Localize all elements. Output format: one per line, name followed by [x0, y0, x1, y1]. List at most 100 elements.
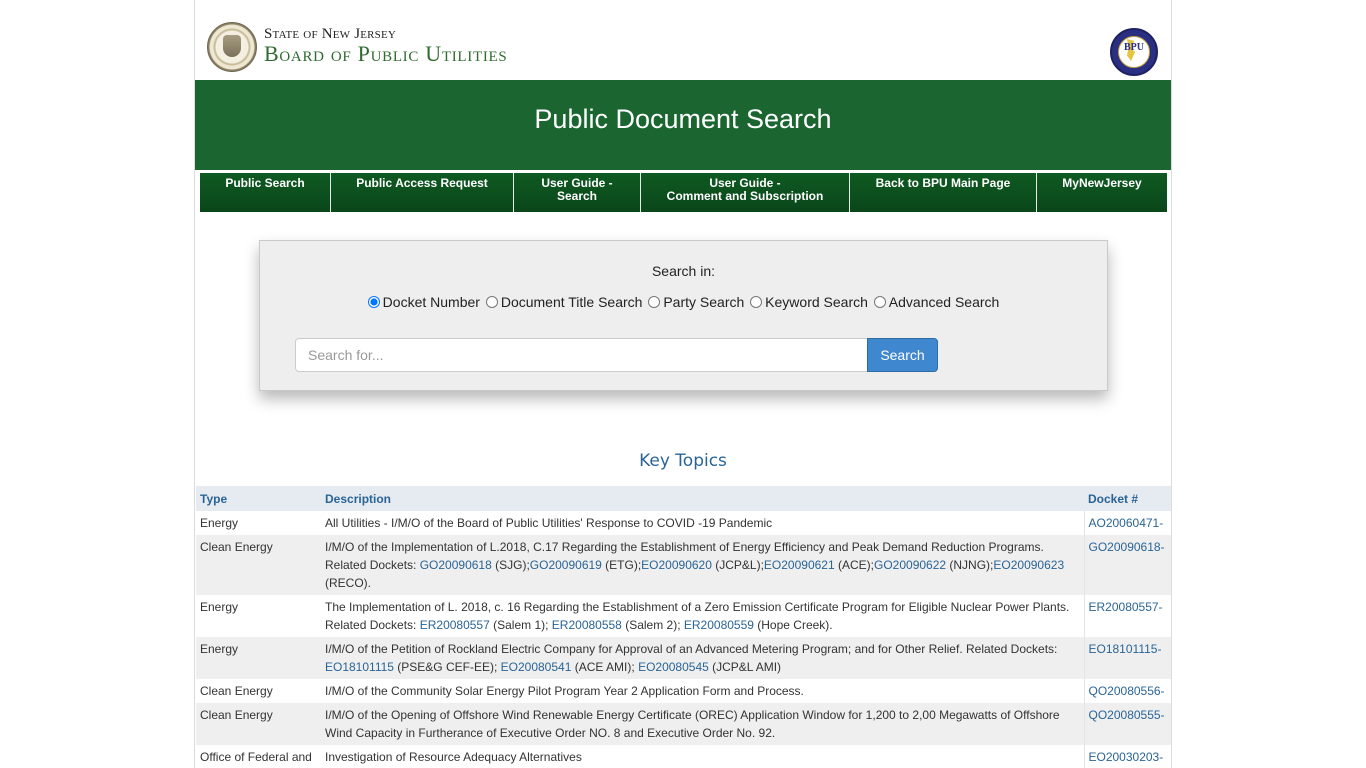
cell-docket: QO20080556- [1083, 679, 1171, 703]
table-header-row: Type Description Docket # [196, 486, 1171, 511]
radio-docket-number[interactable]: Docket Number [367, 294, 480, 310]
related-docket-link[interactable]: GO20090619 [530, 558, 602, 572]
radio-party-search-input[interactable] [648, 296, 661, 308]
search-input[interactable] [295, 338, 868, 372]
docket-link[interactable]: QO20080556- [1089, 684, 1165, 698]
nav-user-guide-search[interactable]: User Guide - Search [514, 173, 641, 212]
description-text: (RECO). [325, 576, 371, 590]
nav-public-access-request[interactable]: Public Access Request [331, 173, 514, 212]
radio-party-search[interactable]: Party Search [648, 294, 744, 310]
cell-docket: ER20080557- [1083, 595, 1171, 637]
description-text: (Salem 2); [621, 618, 684, 632]
related-docket-link[interactable]: GO20090622 [874, 558, 946, 572]
docket-link[interactable]: ER20080557- [1089, 600, 1163, 614]
nav-label: Public Search [225, 176, 305, 190]
nav-label-line2: Comment and Subscription [666, 189, 824, 203]
radio-label: Document Title Search [500, 294, 643, 310]
radio-document-title-input[interactable] [485, 296, 498, 308]
radio-label: Keyword Search [765, 294, 868, 310]
column-header-description: Description [321, 486, 1084, 511]
description-text: (Hope Creek). [753, 618, 833, 632]
brand-title[interactable]: State of New Jersey Board of Public Util… [264, 26, 507, 65]
description-text: (PSE&G CEF-EE); [393, 660, 501, 674]
radio-label: Party Search [663, 294, 745, 310]
nav-label: MyNewJersey [1062, 176, 1142, 190]
description-text: Investigation of Resource Adequacy Alter… [325, 750, 582, 764]
docket-link[interactable]: EO20030203- [1089, 750, 1164, 764]
related-docket-link[interactable]: EO20090623 [993, 558, 1064, 572]
description-text: (ACE); [834, 558, 874, 572]
description-text: (ETG); [601, 558, 642, 572]
search-button[interactable]: Search [867, 338, 938, 372]
cell-description: All Utilities - I/M/O of the Board of Pu… [321, 511, 1084, 535]
cell-type: Energy [196, 637, 321, 679]
nav-label: Back to BPU Main Page [875, 176, 1011, 190]
column-header-docket: Docket # [1084, 486, 1171, 511]
docket-link[interactable]: GO20090618- [1089, 540, 1165, 554]
search-in-label: Search in: [651, 263, 716, 279]
table-row: Clean Energy I/M/O of the Community Solar… [196, 679, 1171, 703]
cell-type: Energy [196, 595, 321, 637]
radio-label: Advanced Search [888, 294, 1000, 310]
radio-advanced-search-input[interactable] [873, 296, 886, 308]
docket-link[interactable]: AO20060471- [1089, 516, 1164, 530]
cell-type: Clean Energy [196, 703, 321, 745]
table-row: Clean Energy I/M/O of the Implementation … [196, 535, 1171, 595]
radio-keyword-search[interactable]: Keyword Search [750, 294, 868, 310]
nav-label-line2: Search [556, 189, 598, 203]
related-docket-link[interactable]: EO20080545 [638, 660, 709, 674]
bpu-logo[interactable]: BPU [1110, 28, 1158, 76]
related-docket-link[interactable]: EO20090621 [764, 558, 835, 572]
cell-docket: AO20060471- [1083, 511, 1171, 535]
cell-docket: QO20080555- [1083, 703, 1171, 745]
docket-link[interactable]: EO18101115- [1089, 642, 1162, 656]
cell-description: Investigation of Resource Adequacy Alter… [321, 745, 1084, 768]
radio-advanced-search[interactable]: Advanced Search [873, 294, 1000, 310]
table-row: Energy The Implementation of L. 2018, c. … [196, 595, 1171, 637]
related-docket-link[interactable]: ER20080557 [420, 618, 490, 632]
nav-public-search[interactable]: Public Search [200, 173, 331, 212]
nav-back-to-bpu[interactable]: Back to BPU Main Page [850, 173, 1037, 212]
description-text: I/M/O of the Petition of Rockland Electr… [325, 642, 1058, 656]
description-text: I/M/O of the Opening of Offshore Wind Re… [325, 708, 1060, 740]
cell-description: I/M/O of the Community Solar Energy Pilo… [321, 679, 1084, 703]
radio-docket-number-input[interactable] [367, 296, 380, 308]
description-text: (Salem 1); [489, 618, 552, 632]
cell-type: Clean Energy [196, 679, 321, 703]
cell-type: Office of Federal and [196, 745, 321, 768]
nj-state-seal-logo [207, 22, 257, 72]
description-text: (JCP&L); [711, 558, 764, 572]
cell-description: I/M/O of the Petition of Rockland Electr… [321, 637, 1084, 679]
related-docket-link[interactable]: EO20080541 [501, 660, 572, 674]
radio-keyword-search-input[interactable] [750, 296, 763, 308]
nav-user-guide-comment[interactable]: User Guide - Comment and Subscription [641, 173, 850, 212]
search-panel: Search in: Docket Number Document Title … [259, 240, 1108, 391]
description-text: (JCP&L AMI) [708, 660, 782, 674]
table-row: Energy All Utilities - I/M/O of the Board… [196, 511, 1171, 535]
cell-type: Clean Energy [196, 535, 321, 595]
key-topics-table: Type Description Docket # Energy All Util… [196, 486, 1171, 768]
description-text: (NJNG); [946, 558, 994, 572]
key-topics-heading: Key Topics [639, 451, 727, 471]
docket-link[interactable]: QO20080555- [1089, 708, 1165, 722]
related-docket-link[interactable]: EO18101115 [325, 660, 394, 674]
column-header-type: Type [196, 486, 321, 511]
table-body: Energy All Utilities - I/M/O of the Board… [196, 511, 1171, 768]
related-docket-link[interactable]: ER20080558 [552, 618, 622, 632]
related-docket-link[interactable]: ER20080559 [684, 618, 754, 632]
table-row: Energy I/M/O of the Petition of Rockland … [196, 637, 1171, 679]
cell-description: The Implementation of L. 2018, c. 16 Reg… [321, 595, 1084, 637]
cell-docket: EO20030203- [1083, 745, 1171, 768]
description-text: All Utilities - I/M/O of the Board of Pu… [325, 516, 773, 530]
related-docket-link[interactable]: GO20090618 [420, 558, 492, 572]
description-text: I/M/O of the Community Solar Energy Pilo… [325, 684, 804, 698]
cell-docket: GO20090618- [1083, 535, 1171, 595]
cell-type: Energy [196, 511, 321, 535]
table-row: Clean Energy I/M/O of the Opening of Offs… [196, 703, 1171, 745]
related-docket-link[interactable]: EO20090620 [641, 558, 712, 572]
table-row: Office of Federal and Investigation of Re… [196, 745, 1171, 768]
nav-mynewjersey[interactable]: MyNewJersey [1037, 173, 1167, 212]
description-text: (ACE AMI); [571, 660, 639, 674]
radio-document-title[interactable]: Document Title Search [485, 294, 643, 310]
board-name: Board of Public Utilities [264, 41, 508, 66]
